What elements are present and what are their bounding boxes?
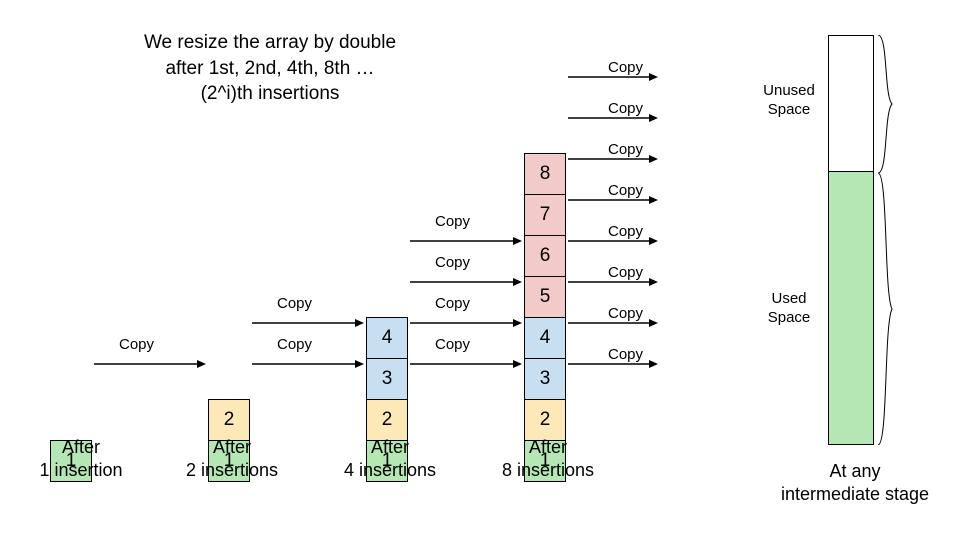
copy-arrow-icon [410, 235, 522, 247]
copy-arrow-icon [410, 358, 522, 370]
copy-label: Copy [608, 182, 643, 199]
array-cell: 2 [208, 399, 250, 441]
array-cell: 6 [524, 235, 566, 277]
array-cell: 2 [366, 399, 408, 441]
stage-caption: After8 insertions [488, 436, 608, 483]
copy-label: Copy [435, 213, 470, 230]
copy-label: Copy [608, 141, 643, 158]
array-cell: 4 [366, 317, 408, 359]
array-cell: 5 [524, 276, 566, 318]
copy-label: Copy [435, 336, 470, 353]
copy-label: Copy [608, 100, 643, 117]
copy-label: Copy [435, 254, 470, 271]
used-space-label: Used Space [754, 290, 824, 328]
intro-line: (2^i)th insertions [201, 83, 340, 104]
copy-label: Copy [119, 336, 154, 353]
copy-arrow-icon [252, 317, 364, 329]
copy-label: Copy [608, 346, 643, 363]
copy-label: Copy [608, 264, 643, 281]
array-cells: 12345678 [524, 154, 566, 482]
copy-label: Copy [435, 295, 470, 312]
copy-label: Copy [608, 305, 643, 322]
brace-unused-icon [876, 35, 894, 178]
copy-label: Copy [608, 223, 643, 240]
array-stage-s8: 12345678 [524, 154, 566, 482]
copy-arrow-icon [410, 276, 522, 288]
stage-caption: After4 insertions [330, 436, 450, 483]
bigbox-caption: At any intermediate stage [770, 460, 940, 507]
brace-used-icon [876, 173, 894, 450]
array-cell: 8 [524, 153, 566, 195]
array-cell: 3 [366, 358, 408, 400]
stage-caption: After2 insertions [172, 436, 292, 483]
copy-arrow-icon [252, 358, 364, 370]
stage-caption: After1 insertion [21, 436, 141, 483]
array-cell: 2 [524, 399, 566, 441]
copy-label: Copy [608, 59, 643, 76]
array-cell: 4 [524, 317, 566, 359]
copy-arrow-icon [94, 358, 206, 370]
capacity-box [828, 35, 874, 445]
copy-label: Copy [277, 336, 312, 353]
array-cell: 3 [524, 358, 566, 400]
intro-line: We resize the array by double [144, 32, 396, 53]
copy-arrow-icon [410, 317, 522, 329]
copy-label: Copy [277, 295, 312, 312]
unused-space-label: Unused Space [754, 82, 824, 120]
used-space-fill [829, 171, 873, 444]
array-cell: 7 [524, 194, 566, 236]
intro-text: We resize the array by double after 1st,… [100, 30, 440, 107]
intro-line: after 1st, 2nd, 4th, 8th … [165, 58, 374, 79]
